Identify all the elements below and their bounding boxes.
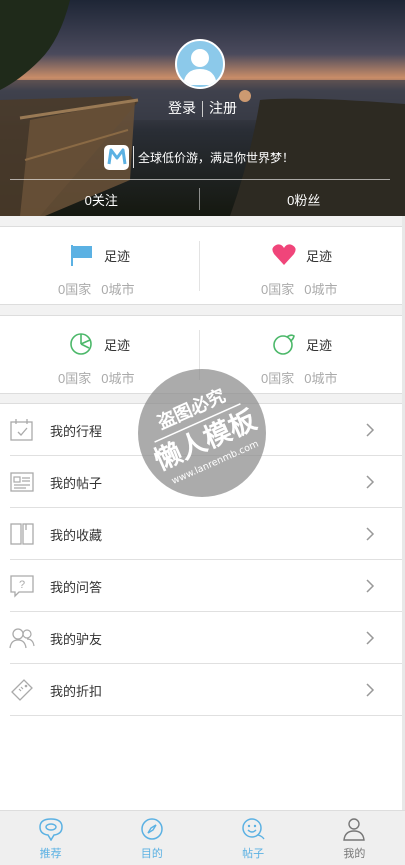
country-count: 0国家 (261, 371, 295, 386)
footprint-title: 足迹 (68, 243, 130, 267)
footprint-label: 足迹 (306, 248, 333, 264)
bottom-tab-bar: 推荐 目的 帖子 我的 (0, 810, 405, 865)
user-icon (342, 817, 366, 841)
footprint-counts: 0国家 0城市 (261, 279, 337, 298)
footprint-card[interactable]: 足迹 0国家 0城市 (200, 227, 400, 306)
tab-label: 帖子 (242, 848, 265, 860)
country-count: 0国家 (58, 282, 92, 297)
city-count: 0城市 (304, 371, 338, 386)
follow-stats: 0关注 0粉丝 (0, 188, 405, 210)
stats-separator (199, 188, 200, 210)
footprint-card[interactable]: 足迹 0国家 0城市 (0, 227, 200, 306)
slogan-text: 全球低价游，满足你世界梦！ (138, 150, 295, 165)
chevron-right-icon (363, 475, 377, 489)
footprint-row-2: 足迹 0国家 0城市 足迹 0国家 0城市 (0, 315, 405, 394)
calendar-check-icon (9, 417, 35, 443)
newspaper-icon (9, 469, 35, 495)
footprint-card[interactable]: 足迹 0国家 0城市 (0, 316, 200, 395)
menu-item-label: 我的收藏 (50, 527, 103, 543)
footprint-label: 足迹 (306, 337, 333, 353)
compass-icon (140, 817, 164, 841)
chat-smile-icon (241, 817, 265, 841)
slogan-separator (133, 146, 134, 168)
footprint-label: 足迹 (104, 337, 131, 353)
chevron-right-icon (363, 423, 377, 437)
chevron-right-icon (363, 579, 377, 593)
ticket-icon (9, 677, 35, 703)
country-count: 0国家 (261, 282, 295, 297)
footprint-row-1: 足迹 0国家 0城市 足迹 0国家 0城市 (0, 226, 405, 305)
menu-item-label: 我的驴友 (50, 631, 103, 647)
auth-links: 登录 注册 (0, 98, 405, 118)
city-count: 0城市 (304, 282, 338, 297)
footprint-label: 足迹 (104, 248, 131, 264)
chevron-right-icon (363, 631, 377, 645)
pie-chart-icon (68, 332, 96, 356)
follow-count[interactable]: 0关注 (0, 190, 203, 209)
chevron-right-icon (363, 527, 377, 541)
footprint-counts: 0国家 0城市 (58, 368, 134, 387)
footprint-counts: 0国家 0城市 (58, 279, 134, 298)
tab-recommend[interactable]: 推荐 (0, 811, 101, 865)
profile-menu: 我的行程 我的帖子 我的收藏 ? 我的问答 我的驴友 我的折扣 (0, 403, 405, 810)
menu-item-friends[interactable]: 我的驴友 (0, 612, 405, 664)
menu-item-posts[interactable]: 我的帖子 (0, 456, 405, 508)
header-divider (10, 179, 390, 180)
location-bubble-icon (38, 817, 63, 841)
menu-item-label: 我的帖子 (50, 475, 103, 491)
m-logo-icon (107, 148, 126, 165)
footprint-counts: 0国家 0城市 (261, 368, 337, 387)
menu-item-favorites[interactable]: 我的收藏 (0, 508, 405, 560)
ball-icon (270, 332, 298, 356)
slogan-banner: 全球低价游，满足你世界梦！ (104, 144, 294, 170)
book-icon (9, 521, 35, 547)
country-count: 0国家 (58, 371, 92, 386)
tab-label: 目的 (140, 848, 163, 860)
login-link[interactable]: 登录 (162, 98, 202, 118)
tab-label: 推荐 (39, 848, 62, 860)
chevron-right-icon (363, 683, 377, 697)
user-silhouette-icon (183, 49, 217, 85)
question-bubble-icon: ? (9, 573, 35, 599)
fans-count[interactable]: 0粉丝 (203, 190, 405, 209)
tab-mine[interactable]: 我的 (304, 811, 405, 865)
tab-label: 我的 (343, 848, 366, 860)
footprint-card[interactable]: 足迹 0国家 0城市 (200, 316, 400, 395)
menu-item-label: 我的问答 (50, 579, 103, 595)
avatar[interactable] (175, 39, 225, 89)
city-count: 0城市 (101, 282, 135, 297)
menu-item-trips[interactable]: 我的行程 (0, 404, 405, 456)
profile-header: 登录 注册 全球低价游，满足你世界梦！ 0关注 0粉丝 (0, 0, 405, 216)
menu-item-label: 我的行程 (50, 423, 103, 439)
friends-icon (9, 625, 35, 651)
menu-item-qa[interactable]: ? 我的问答 (0, 560, 405, 612)
heart-icon (270, 243, 298, 267)
footprint-title: 足迹 (68, 332, 130, 356)
app-logo (104, 144, 129, 170)
tab-destination[interactable]: 目的 (101, 811, 202, 865)
footprint-title: 足迹 (270, 243, 332, 267)
register-link[interactable]: 注册 (203, 98, 243, 118)
menu-item-discounts[interactable]: 我的折扣 (0, 664, 405, 716)
footprint-title: 足迹 (270, 332, 332, 356)
city-count: 0城市 (101, 371, 135, 386)
menu-item-label: 我的折扣 (50, 683, 103, 699)
svg-text:?: ? (19, 579, 25, 591)
tab-posts[interactable]: 帖子 (203, 811, 304, 865)
flag-icon (68, 243, 96, 267)
